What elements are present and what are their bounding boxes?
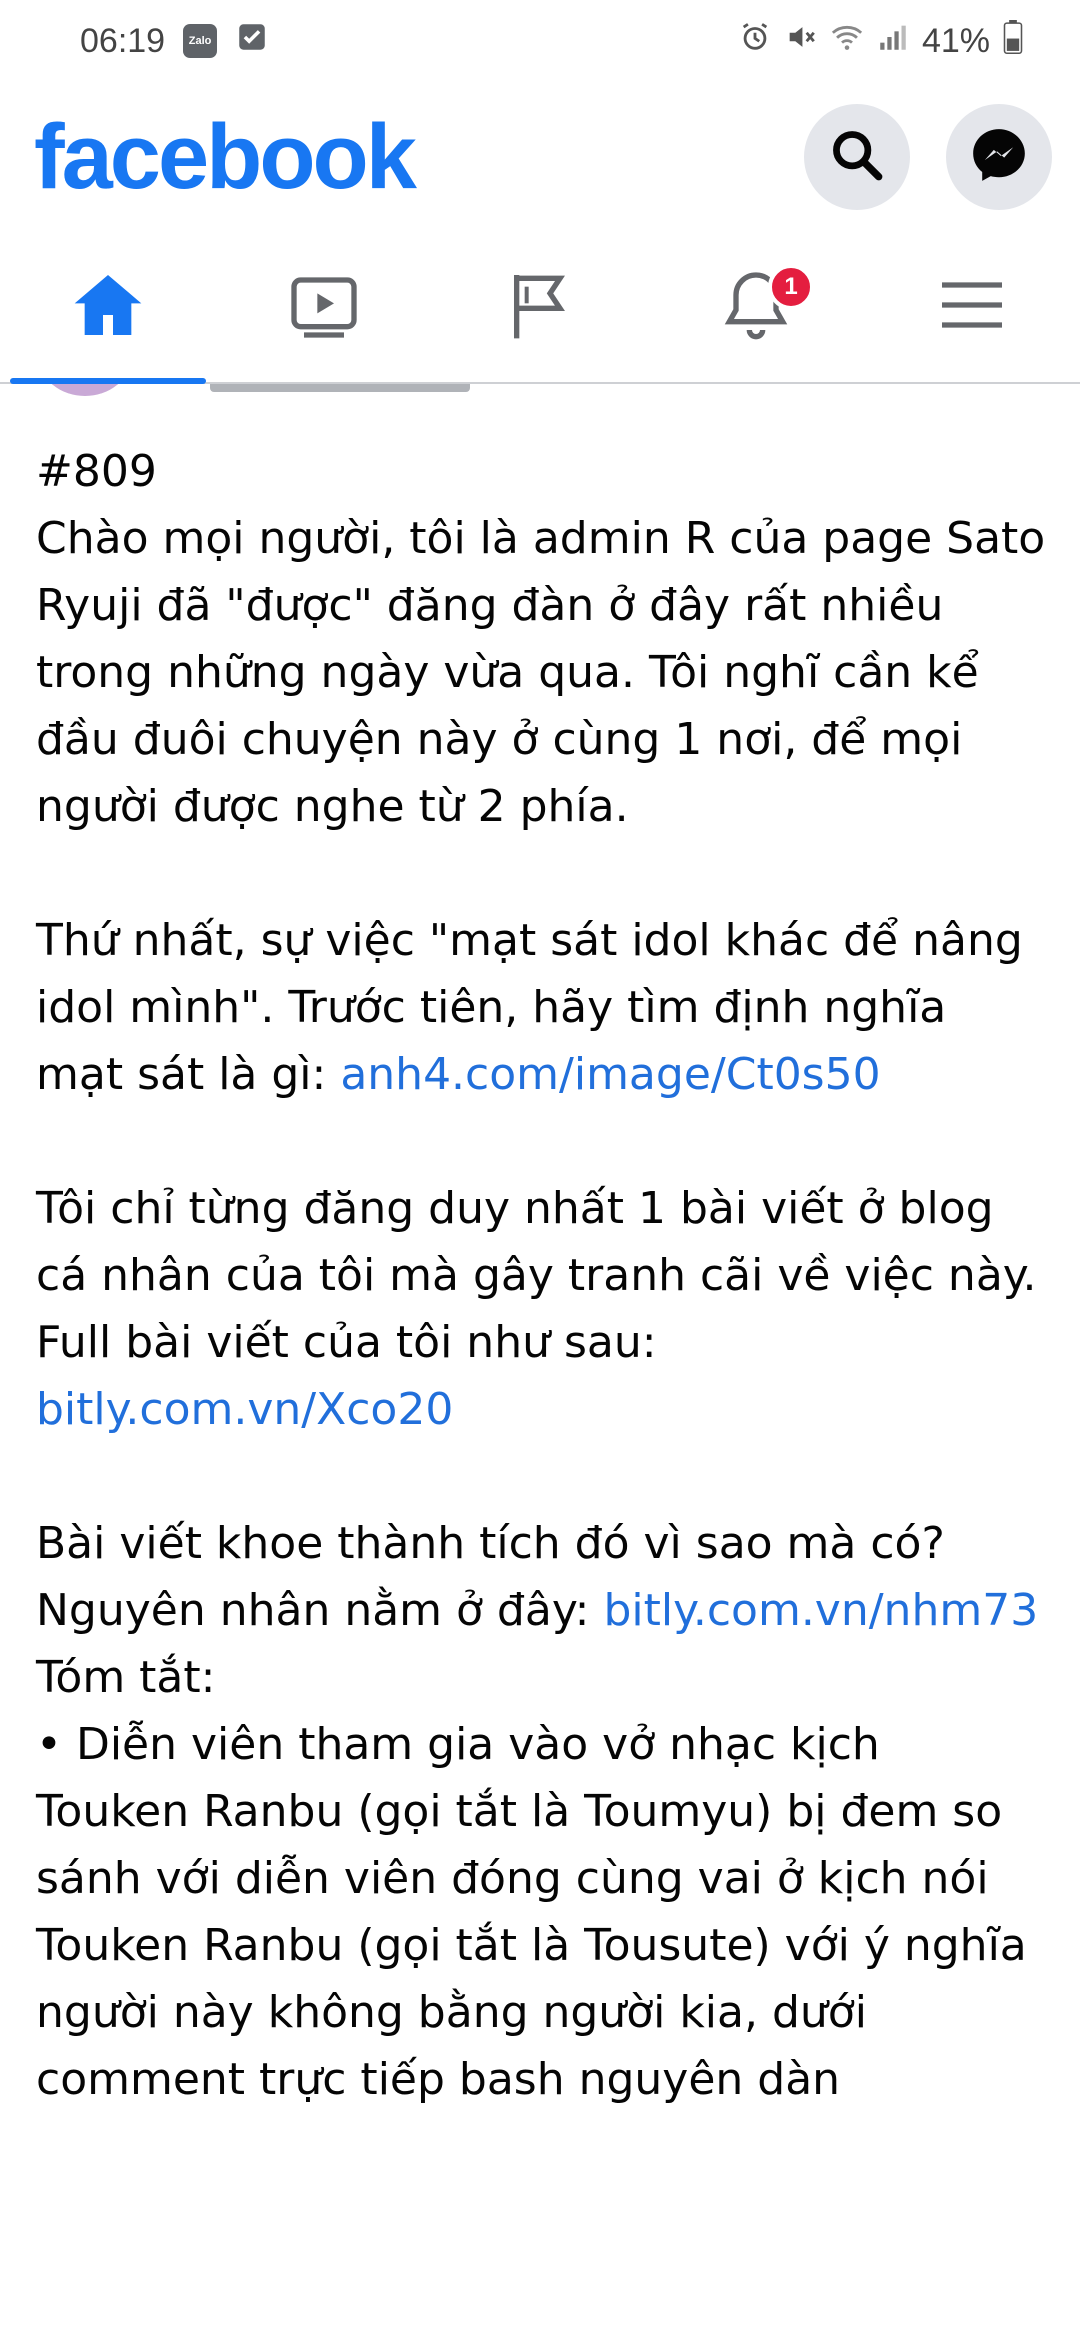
app-header: facebook	[0, 82, 1080, 232]
post-number: #809	[36, 446, 157, 497]
post-link[interactable]: bitly.com.vn/Xco20	[36, 1384, 453, 1435]
avatar[interactable]	[40, 384, 130, 396]
post-body: #809 Chào mọi người, tôi là admin R của …	[36, 438, 1046, 2113]
battery-percent: 41%	[921, 21, 990, 60]
tab-bar: 1	[0, 232, 1080, 384]
post-link[interactable]: anh4.com/image/Ct0s50	[340, 1049, 880, 1100]
video-icon	[284, 265, 364, 349]
zalo-icon: Zalo	[183, 24, 218, 58]
flag-icon	[500, 265, 580, 349]
notification-count-badge: 1	[768, 264, 814, 310]
battery-icon	[1002, 19, 1024, 63]
post-paragraph: Tóm tắt:	[36, 1652, 216, 1703]
post-meta-fragment	[210, 384, 470, 392]
tab-pages[interactable]	[432, 232, 648, 382]
messenger-button[interactable]	[946, 104, 1052, 210]
post-paragraph: • Diễn viên tham gia vào vở nhạc kịch To…	[36, 1719, 1027, 2105]
post-text: Nguyên nhân nằm ở đây:	[36, 1585, 604, 1636]
facebook-logo[interactable]: facebook	[34, 105, 417, 210]
post-paragraph: Tôi chỉ từng đăng duy nhất 1 bài viết ở …	[36, 1183, 1037, 1301]
signal-icon	[876, 20, 910, 63]
post-paragraph: Bài viết khoe thành tích đó vì sao mà có…	[36, 1518, 945, 1569]
post-paragraph: Nguyên nhân nằm ở đây: bitly.com.vn/nhm7…	[36, 1577, 1046, 1644]
status-bar: 06:19 Zalo 41%	[0, 0, 1080, 82]
tab-home[interactable]	[0, 232, 216, 384]
messenger-icon	[968, 124, 1030, 190]
post-paragraph: Full bài viết của tôi như sau: bitly.com…	[36, 1309, 1046, 1443]
post-text: Full bài viết của tôi như sau:	[36, 1317, 657, 1368]
search-icon	[828, 126, 886, 188]
menu-icon	[932, 265, 1012, 349]
tab-watch[interactable]	[216, 232, 432, 382]
wifi-icon	[830, 20, 864, 63]
post-link[interactable]: bitly.com.vn/nhm73	[603, 1585, 1038, 1636]
status-time: 06:19	[80, 21, 166, 60]
tab-menu[interactable]	[864, 232, 1080, 382]
alarm-icon	[738, 20, 772, 63]
post-header-clipped	[0, 384, 1080, 396]
home-icon	[68, 265, 148, 349]
checkbox-notification-icon	[235, 20, 269, 63]
tab-notifications[interactable]: 1	[648, 232, 864, 382]
search-button[interactable]	[804, 104, 910, 210]
post-paragraph: Chào mọi người, tôi là admin R của page …	[36, 513, 1046, 832]
post-paragraph: Thứ nhất, sự việc "mạt sát idol khác để …	[36, 907, 1046, 1108]
mute-icon	[784, 20, 818, 63]
